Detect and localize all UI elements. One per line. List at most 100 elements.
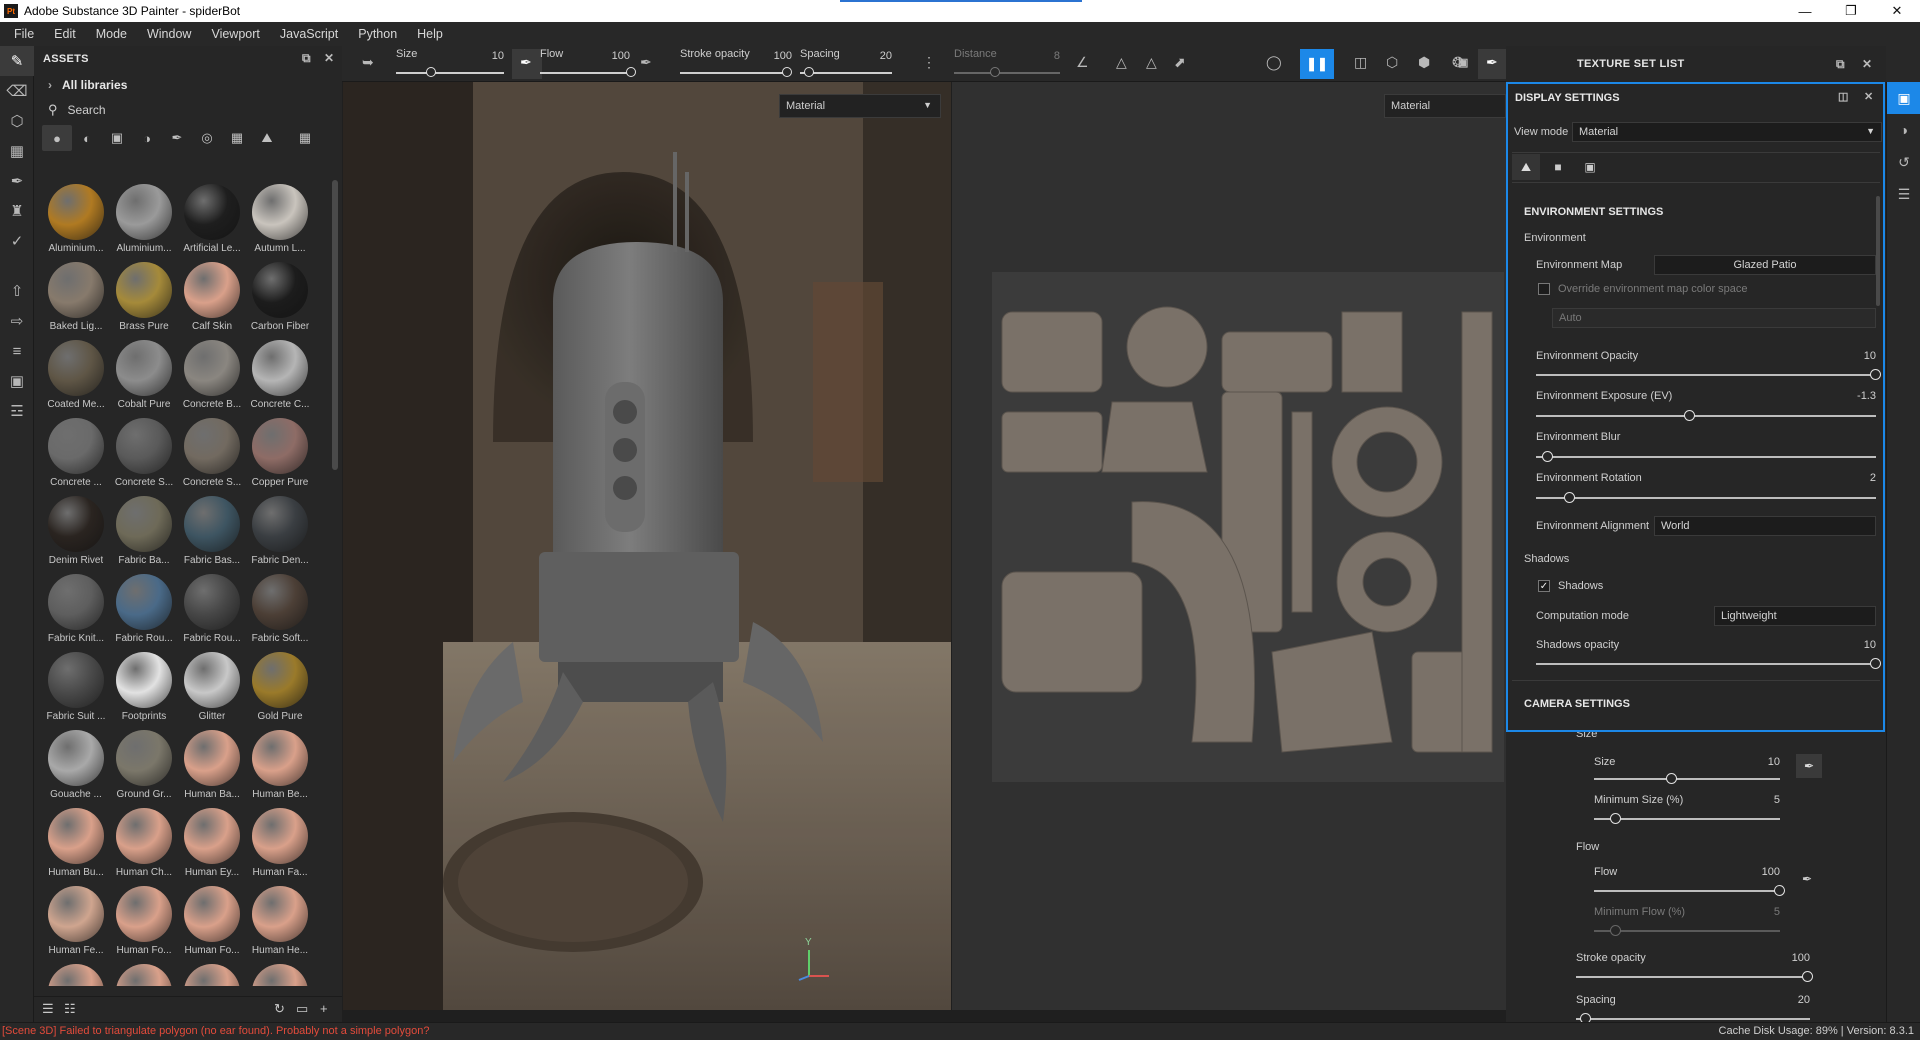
asset-item[interactable]: Concrete S... [110,414,178,492]
refresh-icon[interactable]: ↻ [274,1001,285,1017]
display-settings-icon[interactable]: ▣ [1887,82,1920,114]
asset-item[interactable]: Fabric Rou... [110,570,178,648]
bp-size-slider[interactable] [1594,778,1780,780]
asset-item[interactable]: Human Be... [246,726,314,804]
asset-item[interactable]: Fabric Ba... [110,492,178,570]
bp-spacing-slider[interactable] [1576,1018,1810,1020]
env-exposure-knob[interactable] [1684,410,1695,421]
all-libraries-item[interactable]: › All libraries [34,72,342,98]
asset-item[interactable]: Human Fo... [110,882,178,960]
asset-item[interactable]: Carbon Fiber [246,258,314,336]
minimize-button[interactable]: — [1782,0,1828,22]
menu-javascript[interactable]: JavaScript [270,27,348,41]
menu-window[interactable]: Window [137,27,201,41]
asset-item[interactable]: Aluminium... [110,180,178,258]
viewport-3d-mode-select[interactable]: Material ▼ [779,94,941,118]
cube-view-icon[interactable]: ⬡ [1386,54,1398,71]
menu-python[interactable]: Python [348,27,407,41]
tb-size-knob[interactable] [426,67,436,77]
asset-item[interactable]: Concrete S... [178,414,246,492]
log-icon[interactable]: ☰ [1887,178,1920,210]
viewer-tab-icon[interactable]: ▣ [1576,154,1604,180]
smudge-icon[interactable]: ✒ [0,166,34,196]
asset-search[interactable]: ⚲ Search [34,98,342,122]
asset-item[interactable]: Coated Me... [42,336,110,414]
asset-item[interactable]: Brass Pure [110,258,178,336]
asset-item[interactable]: Footprints [110,648,178,726]
angle-icon[interactable]: ∠ [1076,54,1089,71]
smart-material-filter-icon[interactable]: ◐ [72,125,102,151]
viewport-2d[interactable]: Material Y U [952,82,1506,1010]
asset-item[interactable]: Human Ey... [178,804,246,882]
env-opacity-knob[interactable] [1870,369,1881,380]
override-color-space-checkbox[interactable] [1538,283,1550,295]
search-input[interactable]: Search [68,103,106,117]
folder-icon[interactable]: ▭ [296,1001,308,1017]
asset-item[interactable]: Calf Skin [178,258,246,336]
procedural-filter-icon[interactable]: ◑ [132,125,162,151]
bp-stroke-slider[interactable] [1576,976,1810,978]
pause-render-button[interactable]: ❚❚ [1300,49,1334,79]
color-picker-icon[interactable]: ✓ [0,226,34,256]
asset-item[interactable]: Fabric Knit... [42,570,110,648]
asset-item[interactable]: Fabric Soft... [246,570,314,648]
pen-pressure-flow-icon[interactable]: ✒ [1802,872,1812,886]
shadows-checkbox[interactable]: ✓ [1538,580,1550,592]
asset-item[interactable]: Aluminium... [42,180,110,258]
clone-stamp-icon[interactable]: ♜ [0,196,34,226]
tb-flow-slider[interactable] [540,72,630,74]
asset-item[interactable]: Fabric Rou... [178,570,246,648]
paint-brush-icon[interactable]: ✎ [0,46,34,76]
tb-size-slider[interactable] [396,72,504,74]
pen-pressure-icon-2[interactable]: ✒ [640,54,652,71]
asset-item[interactable]: Denim Rivet [42,492,110,570]
asset-item[interactable]: Human Fe... [42,882,110,960]
env-blur-knob[interactable] [1542,451,1553,462]
computation-mode-select[interactable]: Lightweight [1714,606,1876,626]
asset-item[interactable]: Concrete ... [42,414,110,492]
mirror-uv-icon[interactable]: △ [1146,54,1157,71]
asset-item[interactable]: Human Fa... [246,804,314,882]
brush-filter-icon[interactable]: ✒ [162,125,192,151]
bp-min-flow-knob[interactable] [1610,925,1621,936]
env-rotation-slider[interactable] [1536,497,1876,499]
polygon-fill-icon[interactable]: ▦ [0,136,34,166]
color-space-select[interactable]: Auto [1552,308,1876,328]
split-view-icon[interactable]: ◫ [1354,54,1367,71]
shadows-opacity-slider[interactable] [1536,663,1876,665]
asset-item[interactable]: Artificial Le... [178,180,246,258]
camera-tab-icon[interactable]: ■ [1544,154,1572,180]
bp-stroke-knob[interactable] [1802,971,1813,982]
env-exposure-slider[interactable] [1536,415,1876,417]
env-alignment-select[interactable]: World [1654,516,1876,536]
asset-item[interactable]: Human Ch... [110,804,178,882]
assets-scrollbar[interactable] [332,180,338,470]
menu-viewport[interactable]: Viewport [201,27,269,41]
camera-shot-icon[interactable]: ▣ [1458,56,1469,69]
environment-tab-icon[interactable]: ⛰ [1512,154,1540,180]
env-blur-slider[interactable] [1536,456,1876,458]
lazy-mouse-icon[interactable]: ⋮ [922,54,936,71]
menu-edit[interactable]: Edit [44,27,86,41]
menu-file[interactable]: File [4,27,44,41]
asset-item[interactable]: Human Fo... [178,882,246,960]
asset-item[interactable] [246,960,314,986]
viewport-3d[interactable]: Material ▼ Y [343,82,951,1010]
viewport-2d-mode-select[interactable]: Material [1384,94,1506,118]
sort-icon[interactable]: ☷ [64,1001,76,1017]
transform-icon[interactable]: ⬈ [1174,54,1186,71]
library-icon[interactable]: ☲ [0,396,34,426]
asset-item[interactable]: Concrete C... [246,336,314,414]
projection-icon[interactable]: ⬡ [0,106,34,136]
settings-list-icon[interactable]: ☰ [42,1001,54,1017]
tb-spacing-knob[interactable] [804,67,814,77]
pen-pressure-size-button[interactable]: ✒ [1796,754,1822,778]
asset-item[interactable]: Ground Gr... [110,726,178,804]
bp-min-size-slider[interactable] [1594,818,1780,820]
close-window-button[interactable]: ✕ [1874,0,1920,22]
asset-item[interactable] [42,960,110,986]
asset-item[interactable]: Copper Pure [246,414,314,492]
asset-item[interactable]: Human Ba... [178,726,246,804]
shader-settings-icon[interactable]: ◑ [1887,114,1920,146]
asset-item[interactable]: Gold Pure [246,648,314,726]
